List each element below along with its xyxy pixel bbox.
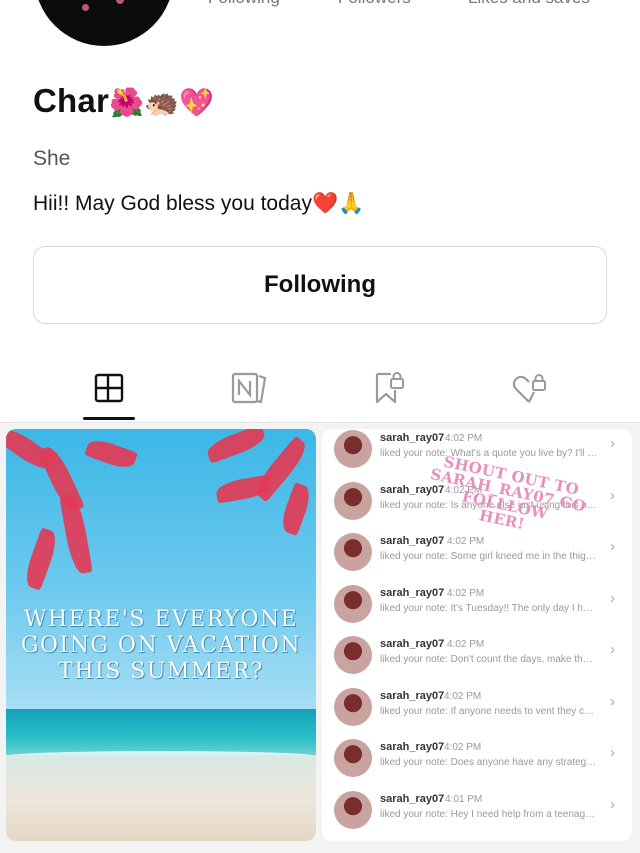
notification-time: 4:02 PM (444, 690, 482, 702)
chevron-right-icon: › (610, 589, 615, 607)
notification-row[interactable]: sarah_ray07 4:02 PM liked your note: Don't… (322, 633, 632, 684)
notes-icon (231, 372, 267, 404)
notification-username: sarah_ray07 (380, 432, 445, 444)
avatar (334, 430, 372, 468)
avatar (334, 739, 372, 777)
notification-username: sarah_ray07 (380, 535, 445, 547)
active-tab-indicator (83, 417, 135, 420)
notification-time: 4:02 PM (447, 587, 485, 599)
notification-message: liked your note: If anyone needs to vent… (380, 705, 598, 717)
stat-followers-label[interactable]: Followers (338, 0, 411, 8)
chevron-right-icon: › (610, 435, 615, 452)
notification-username: sarah_ray07 (380, 741, 445, 753)
chevron-right-icon: › (610, 795, 615, 813)
notification-row[interactable]: sarah_ray07 4:02 PM liked your note: If an… (322, 685, 632, 736)
notification-username: sarah_ray07 (380, 586, 445, 599)
notification-message: liked your note: Don't count the days, m… (380, 654, 598, 665)
chevron-right-icon: › (610, 744, 615, 761)
notification-message: liked your note: Hey I need help from a … (380, 808, 598, 820)
notification-time: 4:02 PM (444, 742, 482, 753)
notification-username: sarah_ray07 (380, 689, 445, 702)
post-card-vacation[interactable]: WHERE'S EVERYONE GOING ON VACATION THIS … (6, 429, 316, 841)
grid-layout-icon (94, 373, 124, 403)
profile-tabs (0, 362, 640, 424)
notification-username: sarah_ray07 (380, 792, 445, 805)
tab-notes[interactable] (229, 368, 269, 408)
profile-name-emoji: 🌺🦔💖 (109, 87, 215, 118)
notification-row[interactable]: sarah_ray07 4:01 PM liked your note: Hey I… (322, 788, 632, 839)
post-image-sand (6, 755, 316, 841)
notification-time: 4:02 PM (447, 536, 485, 547)
following-button[interactable]: Following (33, 246, 607, 324)
avatar (334, 533, 372, 571)
post-caption-vacation: WHERE'S EVERYONE GOING ON VACATION THIS … (20, 607, 302, 684)
notification-row[interactable]: sarah_ray07 4:02 PM liked your note: It's … (322, 582, 632, 633)
notification-message: liked your note: Some girl kneed me in t… (380, 551, 598, 562)
profile-bio: Hii!! May God bless you today❤️🙏 (33, 192, 365, 215)
avatar (334, 636, 372, 674)
stat-likes-label[interactable]: Likes and saves (468, 0, 590, 8)
profile-pronoun: She (33, 147, 71, 170)
profile-name-text: Char (33, 82, 109, 119)
tab-saved[interactable] (369, 368, 409, 408)
notification-message: liked your note: It's Tuesday!! The only… (380, 602, 598, 614)
tab-liked[interactable] (509, 368, 549, 408)
notification-row[interactable]: sarah_ray07 4:02 PM liked your note: Does … (322, 736, 632, 787)
notification-time: 4:01 PM (445, 793, 483, 805)
avatar (334, 790, 372, 829)
chevron-right-icon: › (610, 692, 615, 710)
notification-time: 4:02 PM (445, 433, 483, 444)
tab-posts[interactable] (89, 368, 129, 408)
heart-lock-icon (512, 374, 546, 403)
notification-message: liked your note: Does anyone have any st… (380, 757, 598, 768)
profile-name: Char🌺🦔💖 (33, 82, 214, 120)
notification-username: sarah_ray07 (380, 638, 445, 650)
stat-following-label[interactable]: Following (208, 0, 280, 8)
avatar (334, 481, 372, 520)
chevron-right-icon: › (610, 538, 615, 555)
avatar (334, 687, 372, 726)
avatar (334, 584, 372, 623)
chevron-right-icon: › (610, 641, 615, 658)
notification-time: 4:02 PM (447, 639, 485, 650)
bookmark-lock-icon (375, 372, 404, 404)
profile-stats: Following Followers Likes and saves (0, 0, 640, 8)
